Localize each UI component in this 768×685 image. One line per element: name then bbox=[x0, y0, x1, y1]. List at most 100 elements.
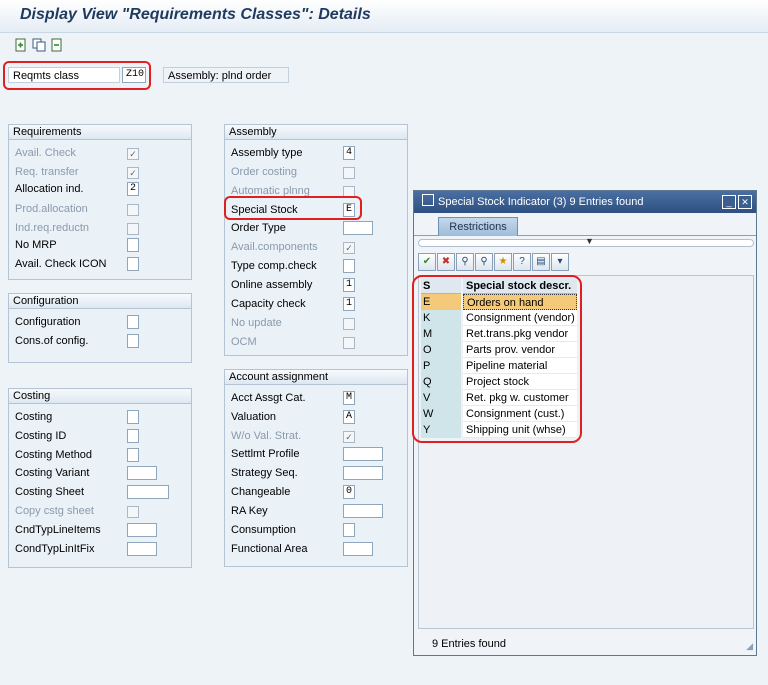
online-assembly-field[interactable]: 1 bbox=[343, 278, 355, 292]
costing-id-field[interactable] bbox=[127, 429, 139, 443]
avail-check-icon-field[interactable] bbox=[127, 257, 139, 271]
req-transfer-label: Req. transfer bbox=[15, 166, 79, 178]
valuation-field[interactable]: A bbox=[343, 410, 355, 424]
new-entries-icon[interactable] bbox=[14, 38, 28, 52]
tab-restrictions[interactable]: Restrictions bbox=[438, 217, 518, 236]
requirements-group-title: Requirements bbox=[9, 125, 191, 140]
ind-req-reductn-label: Ind.req.reductn bbox=[15, 222, 89, 234]
costing-sheet-field[interactable] bbox=[127, 485, 169, 499]
popup-title: Special Stock Indicator (3) 9 Entries fo… bbox=[438, 196, 644, 208]
popup-status: 9 Entries found bbox=[432, 638, 506, 650]
cons-of-config-label: Cons.of config. bbox=[15, 335, 89, 347]
cons-of-config-field[interactable] bbox=[127, 334, 139, 348]
condtyplinitfix-label: CondTypLinItFix bbox=[15, 543, 95, 555]
capacity-check-field[interactable]: 1 bbox=[343, 297, 355, 311]
close-icon[interactable]: ✕ bbox=[738, 195, 752, 209]
configuration-label: Configuration bbox=[15, 316, 81, 328]
continue-icon[interactable]: ✔ bbox=[418, 253, 436, 271]
consumption-field[interactable] bbox=[343, 523, 355, 537]
assembly-type-field[interactable]: 4 bbox=[343, 146, 355, 160]
online-assembly-label: Online assembly bbox=[231, 279, 313, 291]
valuation-label: Valuation bbox=[231, 411, 277, 423]
changeable-field[interactable]: 0 bbox=[343, 485, 355, 499]
wo-val-strat-checkbox[interactable]: ✓ bbox=[343, 431, 355, 443]
functional-area-field[interactable] bbox=[343, 542, 373, 556]
popup-toolbar: ✔ ✖ ⚲ ⚲ ★ ? ▤ ▾ bbox=[418, 253, 569, 273]
account-assignment-group: Account assignment Acct Assgt Cat. M Valu… bbox=[224, 369, 408, 567]
no-update-label: No update bbox=[231, 317, 282, 329]
costing-label: Costing bbox=[15, 411, 53, 423]
req-transfer-checkbox[interactable]: ✓ bbox=[127, 167, 139, 179]
acct-assgt-cat-field[interactable]: M bbox=[343, 391, 355, 405]
settlmt-profile-label: Settlmt Profile bbox=[231, 448, 300, 460]
costing-method-field[interactable] bbox=[127, 448, 139, 462]
prod-allocation-label: Prod.allocation bbox=[15, 203, 88, 215]
popup-title-bar: Special Stock Indicator (3) 9 Entries fo… bbox=[414, 191, 756, 213]
avail-check-icon-label: Avail. Check ICON bbox=[15, 258, 107, 270]
reqmts-class-description: Assembly: plnd order bbox=[163, 67, 289, 83]
avail-components-label: Avail.components bbox=[231, 241, 318, 253]
avail-components-checkbox[interactable]: ✓ bbox=[343, 242, 355, 254]
costing-variant-field[interactable] bbox=[127, 466, 157, 480]
highlight-special-stock-list bbox=[412, 275, 582, 443]
more-icon[interactable]: ▾ bbox=[551, 253, 569, 271]
configuration-group: Configuration Configuration Cons.of conf… bbox=[8, 293, 192, 363]
configuration-field[interactable] bbox=[127, 315, 139, 329]
highlight-special-stock bbox=[224, 196, 362, 220]
print-icon[interactable]: ▤ bbox=[532, 253, 550, 271]
ind-req-reductn-checkbox[interactable] bbox=[127, 223, 139, 235]
assembly-group-title: Assembly bbox=[225, 125, 407, 140]
ra-key-field[interactable] bbox=[343, 504, 383, 518]
wo-val-strat-label: W/o Val. Strat. bbox=[231, 430, 302, 442]
resize-grip-icon[interactable]: ◢ bbox=[746, 641, 753, 652]
order-costing-label: Order costing bbox=[231, 166, 298, 178]
toolbar bbox=[14, 38, 64, 54]
find-next-icon[interactable]: ⚲ bbox=[475, 253, 493, 271]
copy-cstg-sheet-checkbox[interactable] bbox=[127, 506, 139, 518]
cndtyplineitems-field[interactable] bbox=[127, 523, 157, 537]
capacity-check-label: Capacity check bbox=[231, 298, 306, 310]
condtyplinitfix-field[interactable] bbox=[127, 542, 157, 556]
requirements-group: Requirements Avail. Check ✓ Req. transfer… bbox=[8, 124, 192, 280]
no-mrp-label: No MRP bbox=[15, 239, 57, 251]
strategy-seq-field[interactable] bbox=[343, 466, 383, 480]
avail-check-label: Avail. Check bbox=[15, 147, 76, 159]
help-icon[interactable]: ? bbox=[513, 253, 531, 271]
popup-window-icon bbox=[422, 194, 434, 206]
chevron-down-icon: ▼ bbox=[585, 236, 594, 246]
costing-variant-label: Costing Variant bbox=[15, 467, 90, 479]
ocm-checkbox[interactable] bbox=[343, 337, 355, 349]
highlight-reqmts-class bbox=[3, 61, 151, 90]
copy-icon[interactable] bbox=[32, 38, 46, 52]
cancel-icon[interactable]: ✖ bbox=[437, 253, 455, 271]
strategy-seq-label: Strategy Seq. bbox=[231, 467, 298, 479]
settlmt-profile-field[interactable] bbox=[343, 447, 383, 461]
minimize-icon[interactable]: _ bbox=[722, 195, 736, 209]
prod-allocation-checkbox[interactable] bbox=[127, 204, 139, 216]
no-mrp-field[interactable] bbox=[127, 238, 139, 252]
find-icon[interactable]: ⚲ bbox=[456, 253, 474, 271]
costing-group: Costing Costing Costing ID Costing Metho… bbox=[8, 388, 192, 568]
assembly-group: Assembly Assembly type 4 Order costing Au… bbox=[224, 124, 408, 356]
acct-assgt-cat-label: Acct Assgt Cat. bbox=[231, 392, 306, 404]
costing-method-label: Costing Method bbox=[15, 449, 93, 461]
avail-check-checkbox[interactable]: ✓ bbox=[127, 148, 139, 160]
allocation-ind-field[interactable]: 2 bbox=[127, 182, 139, 196]
restrictions-toggle-bar[interactable]: ▼ bbox=[418, 236, 754, 247]
popup-tab-strip: Restrictions bbox=[414, 213, 756, 236]
favorites-icon[interactable]: ★ bbox=[494, 253, 512, 271]
copy-cstg-sheet-label: Copy cstg sheet bbox=[15, 505, 94, 517]
type-comp-check-field[interactable] bbox=[343, 259, 355, 273]
title-bar: Display View "Requirements Classes": Det… bbox=[0, 0, 768, 33]
order-type-field[interactable] bbox=[343, 221, 373, 235]
ocm-label: OCM bbox=[231, 336, 257, 348]
page-title: Display View "Requirements Classes": Det… bbox=[20, 6, 371, 23]
consumption-label: Consumption bbox=[231, 524, 296, 536]
delete-icon[interactable] bbox=[50, 38, 64, 52]
account-assignment-group-title: Account assignment bbox=[225, 370, 407, 385]
order-costing-checkbox[interactable] bbox=[343, 167, 355, 179]
no-update-checkbox[interactable] bbox=[343, 318, 355, 330]
costing-group-title: Costing bbox=[9, 389, 191, 404]
costing-field[interactable] bbox=[127, 410, 139, 424]
functional-area-label: Functional Area bbox=[231, 543, 308, 555]
